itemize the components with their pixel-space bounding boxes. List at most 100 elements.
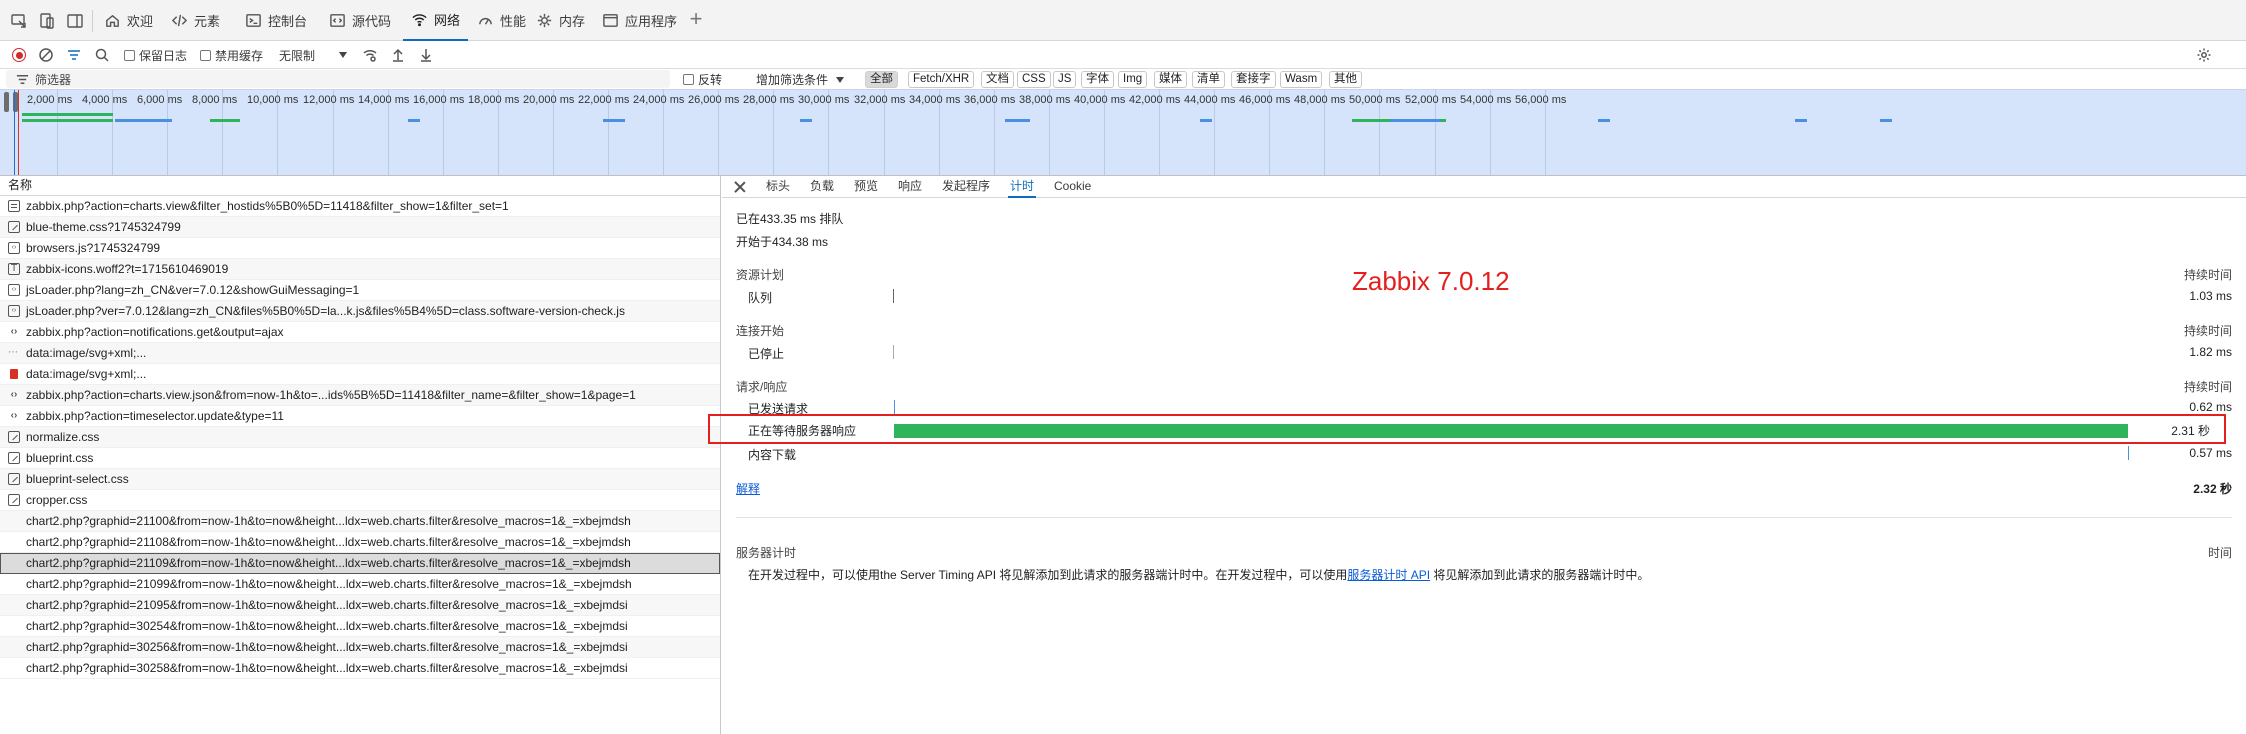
tab-cookies[interactable]: Cookie [1052,176,1093,198]
request-detail-panel: 标头 负载 预览 响应 发起程序 计时 Cookie 已在433.35 ms 排… [708,176,2246,734]
overview-tick-label: 20,000 ms [523,94,575,106]
tab-initiator[interactable]: 发起程序 [940,176,992,198]
type-filter-manifest[interactable]: 清单 [1192,71,1225,88]
disable-cache-label: 禁用缓存 [215,48,264,63]
request-row[interactable]: blueprint.css [0,448,720,469]
preserve-log-checkbox[interactable]: 保留日志 [124,45,187,65]
type-filter-all[interactable]: 全部 [865,71,898,88]
request-row[interactable]: chart2.php?graphid=30254&from=now-1h&to=… [0,616,720,637]
invert-checkbox[interactable]: 反转 [683,71,722,88]
type-filter-wasm[interactable]: Wasm [1280,71,1323,88]
tab-console[interactable]: 控制台 [237,0,315,41]
tab-payload[interactable]: 负载 [808,176,836,198]
fetch-icon: ‹› [10,410,18,421]
tab-label: 控制台 [268,14,308,29]
import-har-button[interactable] [390,45,406,65]
request-row[interactable]: chart2.php?graphid=21109&from=now-1h&to=… [0,553,720,574]
explanation-link[interactable]: 解释 [736,480,760,497]
blank-icon [8,578,20,590]
request-row[interactable]: ‹› zabbix.php?action=charts.view.json&fro… [0,385,720,406]
tab-application[interactable]: 应用程序 [594,0,685,41]
request-row[interactable]: ‹› zabbix.php?action=timeselector.update&… [0,406,720,427]
request-row[interactable]: blueprint-select.css [0,469,720,490]
type-filter-socket[interactable]: 套接字 [1231,71,1276,88]
type-filter-doc[interactable]: 文档 [981,71,1014,88]
blank-icon [8,620,20,632]
throttling-select[interactable]: 无限制 [279,45,348,65]
type-filter-js[interactable]: JS [1053,71,1077,88]
request-row[interactable]: ‹› zabbix.php?action=notifications.get&ou… [0,322,720,343]
request-row[interactable]: ‹› jsLoader.php?ver=7.0.12&lang=zh_CN&fil… [0,301,720,322]
performance-icon [479,17,492,25]
request-row[interactable]: ‹› jsLoader.php?lang=zh_CN&ver=7.0.12&sho… [0,280,720,301]
blank-icon [8,536,20,548]
tab-sources[interactable]: 源代码 [321,0,399,41]
overview-tick-label: 36,000 ms [964,94,1016,106]
tab-preview[interactable]: 预览 [852,176,880,198]
type-filter-other[interactable]: 其他 [1329,71,1362,88]
request-row[interactable]: normalize.css [0,427,720,448]
tab-timing[interactable]: 计时 [1008,176,1037,198]
record-button[interactable] [12,45,26,65]
request-row[interactable]: ⋯ data:image/svg+xml;... [0,343,720,364]
type-filter-css[interactable]: CSS [1017,71,1051,88]
more-filters-dropdown[interactable]: 增加筛选条件 [756,71,845,88]
server-timing-api-link[interactable]: 服务器计时 API [1347,568,1430,582]
request-name: zabbix.php?action=charts.view&filter_hos… [26,199,509,213]
devtools-tab-bar: 欢迎 元素 控制台 源代码 网络 性能 内存 应用程序 + [0,0,2246,41]
request-name: chart2.php?graphid=21109&from=now-1h&to=… [26,556,631,570]
request-row[interactable]: chart2.php?graphid=21099&from=now-1h&to=… [0,574,720,595]
close-icon[interactable] [732,179,748,195]
overview-left-handle[interactable] [4,92,9,112]
settings-button[interactable] [2196,45,2212,65]
name-column-header[interactable]: 名称 [0,176,720,196]
duration-header: 持续时间 [2183,380,2232,394]
request-row[interactable]: data:image/svg+xml;... [0,364,720,385]
tab-network[interactable]: 网络 [403,0,469,41]
overview-request-bar [1795,119,1807,122]
dock-side-icon[interactable] [64,10,86,32]
document-icon [8,200,20,212]
request-row[interactable]: chart2.php?graphid=30258&from=now-1h&to=… [0,658,720,679]
request-row[interactable]: cropper.css [0,490,720,511]
disable-cache-checkbox[interactable]: 禁用缓存 [200,45,263,65]
request-row[interactable]: chart2.php?graphid=21100&from=now-1h&to=… [0,511,720,532]
tab-response[interactable]: 响应 [896,176,924,198]
add-tab-icon[interactable]: + [684,8,708,32]
blank-icon [8,515,20,527]
filter-icon [16,74,29,84]
tab-performance[interactable]: 性能 [469,0,534,41]
type-filter-media[interactable]: 媒体 [1154,71,1187,88]
request-row[interactable]: chart2.php?graphid=21108&from=now-1h&to=… [0,532,720,553]
request-row[interactable]: zabbix.php?action=charts.view&filter_hos… [0,196,720,217]
request-row[interactable]: ‹› browsers.js?1745324799 [0,238,720,259]
type-filter-img[interactable]: Img [1118,71,1148,88]
inspect-element-icon[interactable] [8,10,30,32]
tab-welcome[interactable]: 欢迎 [96,0,161,41]
filter-input[interactable]: 筛选器 [6,70,670,88]
tab-headers[interactable]: 标头 [764,176,792,198]
overview-tick-label: 6,000 ms [137,94,183,106]
request-row[interactable]: zabbix-icons.woff2?t=1715610469019 [0,259,720,280]
request-name: zabbix-icons.woff2?t=1715610469019 [26,262,229,276]
request-row[interactable]: chart2.php?graphid=21095&from=now-1h&to=… [0,595,720,616]
clear-button[interactable] [38,45,54,65]
device-emulation-icon[interactable] [36,10,58,32]
tab-memory[interactable]: 内存 [528,0,593,41]
request-name: chart2.php?graphid=30254&from=now-1h&to=… [26,619,628,633]
request-row[interactable]: blue-theme.css?1745324799 [0,217,720,238]
network-conditions-button[interactable] [362,45,378,65]
filter-toggle-button[interactable] [66,45,82,65]
tab-elements[interactable]: 元素 [163,0,228,41]
overview-request-bar [610,119,625,122]
request-row[interactable]: chart2.php?graphid=30256&from=now-1h&to=… [0,637,720,658]
red-highlight-box [708,414,2226,444]
type-filter-fetch-xhr[interactable]: Fetch/XHR [908,71,975,88]
stylesheet-icon [8,473,20,485]
type-filter-font[interactable]: 字体 [1081,71,1114,88]
network-overview-timeline[interactable]: 2,000 ms 4,000 ms 6,000 ms 8,000 ms 10,000 m… [0,89,2246,176]
search-button[interactable] [94,45,110,65]
section-divider [736,517,2232,518]
export-har-button[interactable] [418,45,434,65]
invert-label: 反转 [698,73,723,87]
